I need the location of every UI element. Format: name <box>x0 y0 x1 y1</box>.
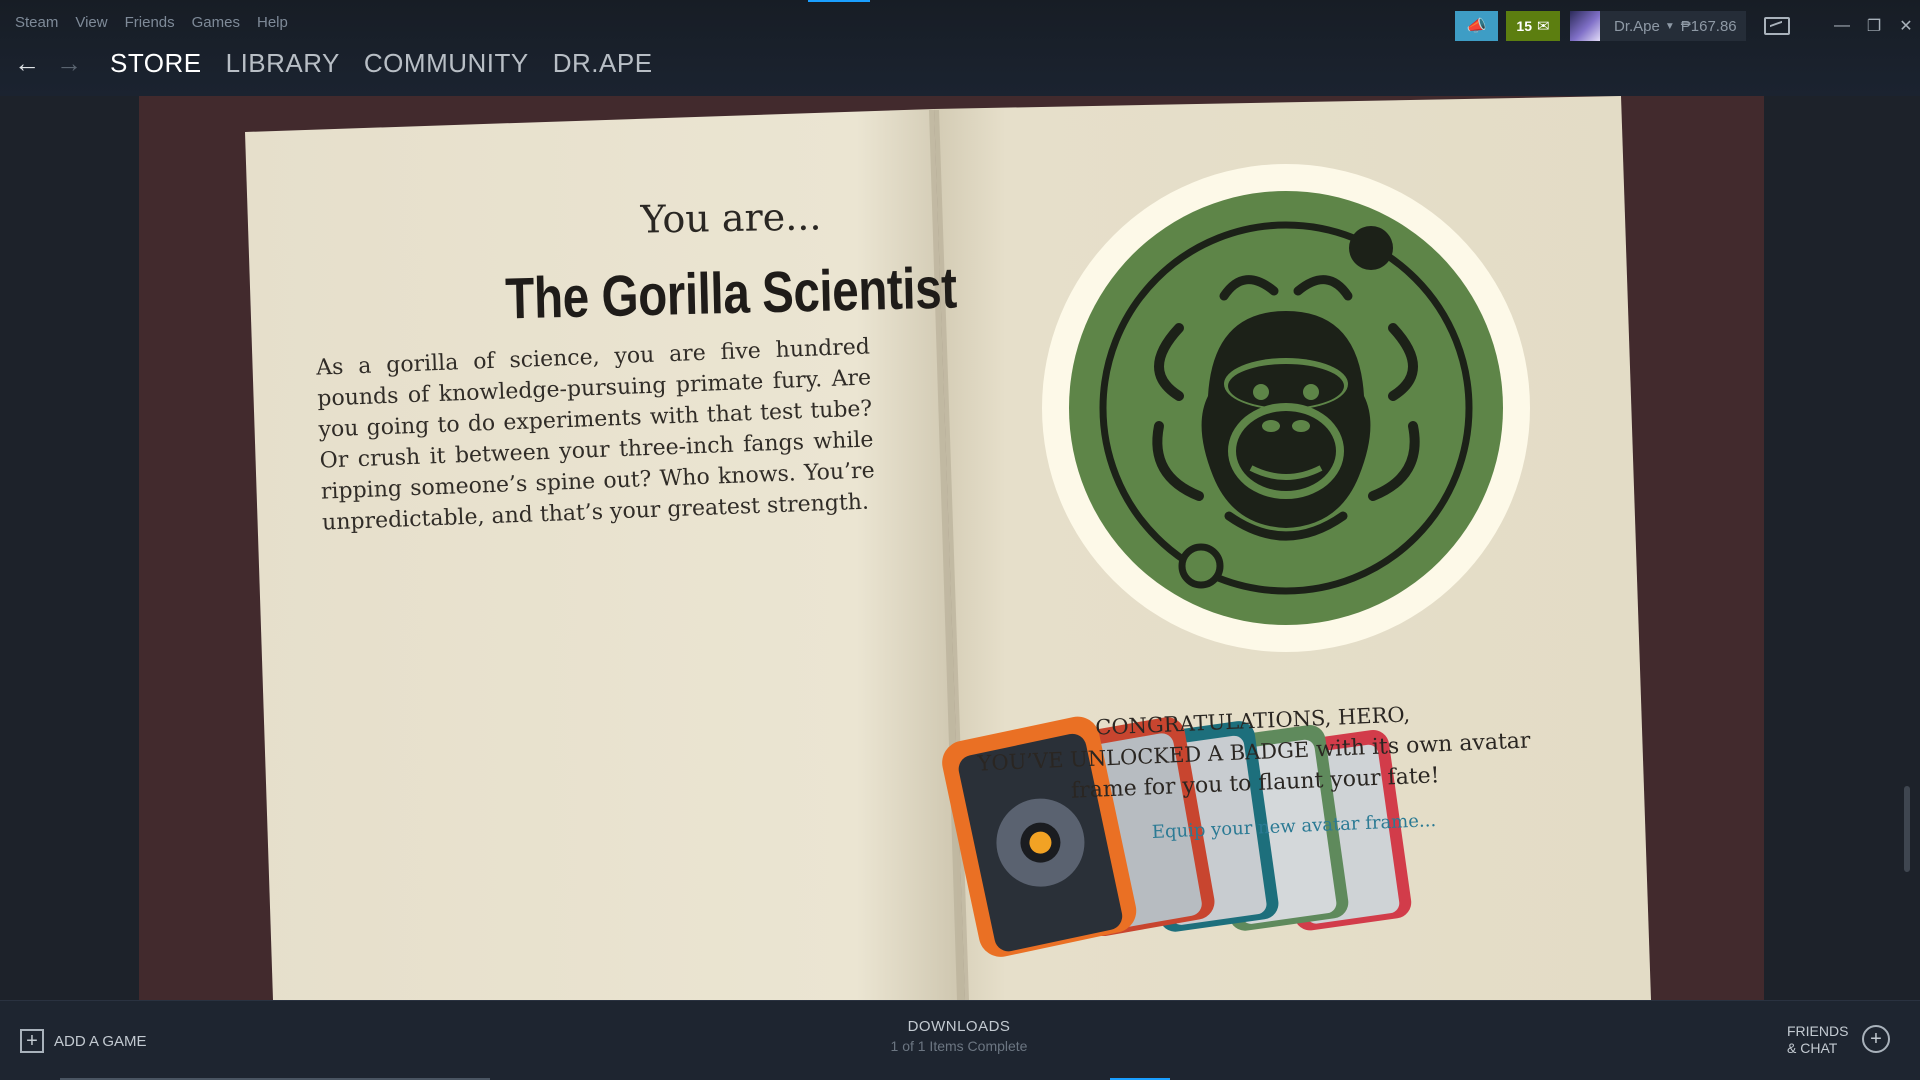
avatar <box>1570 11 1600 41</box>
user-name: Dr.Ape <box>1614 17 1660 35</box>
friends-label-2: & CHAT <box>1787 1040 1838 1056</box>
caret-down-icon: ▼ <box>1664 20 1675 32</box>
wallet-balance: ₱167.86 <box>1680 17 1737 35</box>
close-icon[interactable]: ✕ <box>1892 16 1920 36</box>
menu-view[interactable]: View <box>75 14 107 31</box>
downloads-title: DOWNLOADS <box>907 1018 1011 1035</box>
envelope-icon: ✉ <box>1537 18 1550 35</box>
store-page: You are... The Gorilla Scientist As a go… <box>139 96 1764 1000</box>
tab-store[interactable]: STORE <box>110 48 202 79</box>
tab-community[interactable]: COMMUNITY <box>364 48 529 79</box>
bottom-bar: + ADD A GAME DOWNLOADS 1 of 1 Items Comp… <box>0 1000 1920 1080</box>
content-area: You are... The Gorilla Scientist As a go… <box>0 96 1920 1000</box>
friends-chat-button[interactable]: FRIENDS & CHAT <box>1787 1023 1848 1057</box>
minimize-icon[interactable]: — <box>1828 17 1856 35</box>
announcements-button[interactable]: 📣 <box>1455 11 1498 41</box>
persona-description: As a gorilla of science, you are five hu… <box>315 334 876 536</box>
menu-bar: Steam View Friends Games Help <box>15 14 288 31</box>
menu-help[interactable]: Help <box>257 14 288 31</box>
add-friend-chat-icon[interactable]: + <box>1862 1025 1890 1053</box>
notification-count: 15 <box>1516 18 1532 34</box>
back-arrow-icon[interactable]: ← <box>12 48 42 79</box>
tab-profile[interactable]: DR.APE <box>553 48 653 79</box>
menu-steam[interactable]: Steam <box>15 14 58 31</box>
add-game-button[interactable]: + ADD A GAME <box>20 1029 147 1053</box>
title-bar: Steam View Friends Games Help ← → STORE … <box>0 0 1920 96</box>
downloads-status[interactable]: DOWNLOADS 1 of 1 Items Complete <box>820 1018 1098 1054</box>
nav-bar: ← → STORE LIBRARY COMMUNITY DR.APE <box>12 48 653 79</box>
downloads-progress-text: 1 of 1 Items Complete <box>890 1038 1028 1054</box>
account-menu-button[interactable]: Dr.Ape ▼ ₱167.86 <box>1570 11 1746 41</box>
notifications-button[interactable]: 15 ✉ <box>1506 11 1560 41</box>
main-tabs: STORE LIBRARY COMMUNITY DR.APE <box>110 48 653 79</box>
forward-arrow-icon[interactable]: → <box>54 48 84 79</box>
page-scrollbar[interactable] <box>1904 786 1910 872</box>
megaphone-icon: 📣 <box>1466 18 1487 35</box>
big-picture-icon[interactable] <box>1764 17 1790 35</box>
restore-icon[interactable]: ❐ <box>1860 16 1888 36</box>
plus-icon: + <box>20 1029 44 1053</box>
header-tools: 📣 15 ✉ Dr.Ape ▼ ₱167.86 — ❐ ✕ <box>1455 11 1920 41</box>
menu-friends[interactable]: Friends <box>125 14 175 31</box>
menu-games[interactable]: Games <box>192 14 240 31</box>
left-page <box>245 109 965 1000</box>
friends-label-1: FRIENDS <box>1787 1023 1849 1039</box>
intro-text: You are... <box>640 194 822 242</box>
add-game-label: ADD A GAME <box>54 1032 147 1050</box>
loading-accent-line <box>808 0 870 2</box>
gorilla-scientist-badge <box>1042 164 1530 652</box>
tab-library[interactable]: LIBRARY <box>226 48 340 79</box>
